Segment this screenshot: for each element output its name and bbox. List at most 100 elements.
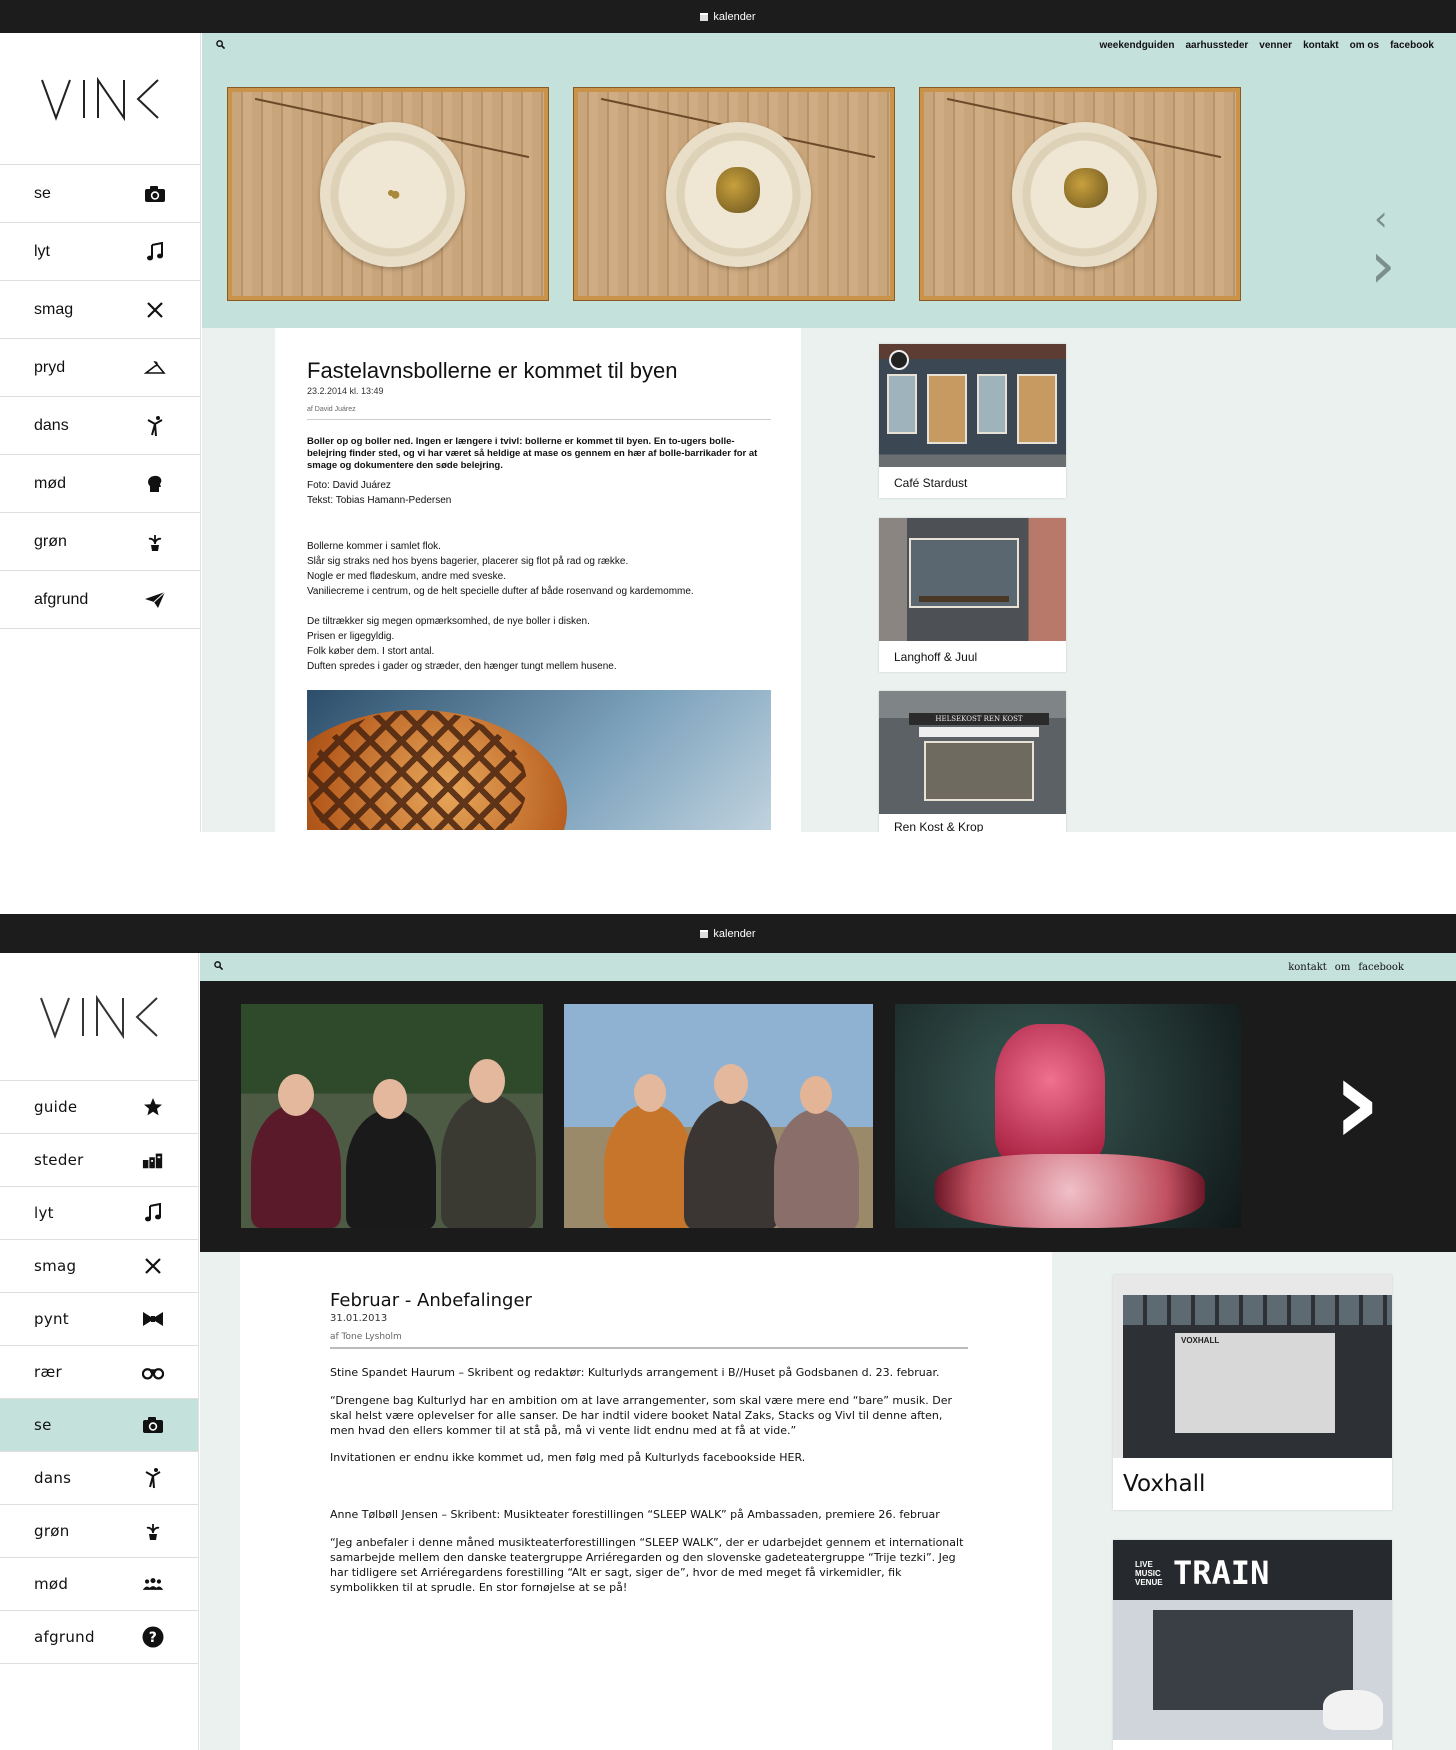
chevron-right-icon[interactable]: › — [1370, 234, 1396, 298]
question-icon: ? — [142, 1626, 164, 1648]
place-card[interactable]: Langhoff & Juul — [879, 518, 1066, 672]
article-paragraph: Anne Tølbøll Jensen – Skribent: Musiktea… — [330, 1508, 940, 1521]
nav-item-afgrund[interactable]: afgrund? — [0, 1610, 198, 1663]
vink-logo — [41, 76, 159, 121]
slider-image[interactable] — [241, 1004, 543, 1228]
nav-item-lyt[interactable]: lyt — [0, 222, 200, 280]
slider-image[interactable] — [564, 1004, 873, 1228]
article-paragraph: “Jeg anbefaler i denne måned musikteater… — [330, 1536, 964, 1594]
nav-item-lyt[interactable]: lyt — [0, 1186, 198, 1239]
nav-item-pynt[interactable]: pynt — [0, 1292, 198, 1345]
dancer-icon — [142, 1467, 164, 1489]
head-icon — [144, 473, 166, 495]
article: Februar - Anbefalinger 31.01.2013 af Ton… — [240, 1252, 1052, 1750]
nav-label: grøn — [34, 1522, 70, 1540]
nav-label: mød — [34, 474, 66, 492]
nav-item-se[interactable]: se — [0, 164, 200, 222]
text-line: Bollerne kommer i samlet flok. — [307, 541, 441, 552]
place-card[interactable]: VOXHALL Voxhall — [1113, 1275, 1392, 1510]
nav-label: grøn — [34, 532, 67, 550]
nav-item-steder[interactable]: steder — [0, 1133, 198, 1186]
article-paragraph: “Drengene bag Kulturlyd har en ambition … — [330, 1394, 953, 1437]
nav-item-mød[interactable]: mød — [0, 454, 200, 512]
sidebar: guide steder lyt smag pynt rær se dans grøn mød af… — [0, 953, 199, 1750]
sidebar: se lyt smag pryd dans mød grøn afgrund — [0, 33, 201, 832]
article-author: af Tone Lysholm — [330, 1332, 968, 1349]
slider-image[interactable] — [573, 87, 895, 301]
nav-item-smag[interactable]: smag — [0, 1239, 198, 1292]
calendar-link[interactable]: kalender — [700, 928, 756, 940]
credit-line: Foto: David Juárez — [307, 480, 391, 491]
nav-item-smag[interactable]: smag — [0, 280, 200, 338]
article: Fastelavnsbollerne er kommet til byen 23… — [275, 328, 801, 832]
text-line: De tiltrækker sig megen opmærksomhed, de… — [307, 616, 590, 627]
vink-logo — [40, 994, 158, 1039]
logo[interactable] — [0, 33, 200, 164]
buildings-icon — [142, 1149, 164, 1171]
place-card[interactable]: Café Stardust — [879, 344, 1066, 498]
slider-image[interactable] — [895, 1004, 1241, 1228]
venue-sign: LIVE MUSIC VENUE — [1135, 1560, 1163, 1587]
plant-icon — [144, 531, 166, 553]
nav-item-guide[interactable]: guide — [0, 1080, 198, 1133]
card-title: Langhoff & Juul — [894, 649, 978, 664]
nav-item-rær[interactable]: rær — [0, 1345, 198, 1398]
chevron-right-icon[interactable]: › — [1332, 1043, 1381, 1163]
plant-icon — [142, 1520, 164, 1542]
top-link-kontakt[interactable]: kontakt — [1303, 40, 1339, 51]
nav-label: lyt — [34, 242, 50, 260]
nav-label: rær — [34, 1363, 62, 1381]
card-title: Voxhall — [1123, 1471, 1206, 1497]
search-icon[interactable] — [214, 961, 224, 973]
nav-label: lyt — [34, 1204, 54, 1222]
top-link-weekendguiden[interactable]: weekendguiden — [1099, 40, 1174, 51]
text-line: Prisen er ligegyldig. — [307, 631, 395, 642]
article-date: 31.01.2013 — [330, 1313, 388, 1324]
text-line: Duften spredes i gader og stræder, den h… — [307, 661, 617, 672]
nav-item-se[interactable]: se — [0, 1398, 198, 1451]
top-link-facebook[interactable]: facebook — [1358, 962, 1404, 973]
top-link-venner[interactable]: venner — [1259, 40, 1292, 51]
card-image: VOXHALL — [1113, 1275, 1392, 1458]
card-image — [879, 518, 1066, 641]
nav-label: se — [34, 184, 51, 202]
train-sign: TRAIN — [1173, 1554, 1270, 1592]
article-title[interactable]: Februar - Anbefalinger — [330, 1290, 968, 1311]
top-link-om[interactable]: om — [1335, 962, 1351, 973]
top-links: weekendguiden aarhussteder venner kontakt om… — [1099, 40, 1434, 51]
card-image: HELSEKOST REN KOST — [879, 691, 1066, 814]
calendar-link[interactable]: kalender — [700, 11, 756, 23]
nav-label: dans — [34, 416, 69, 434]
top-link-om-os[interactable]: om os — [1350, 40, 1379, 51]
nav-label: afgrund — [34, 1628, 95, 1646]
top-link-aarhussteder[interactable]: aarhussteder — [1185, 40, 1248, 51]
slider-image[interactable] — [227, 87, 549, 301]
music-note-icon — [144, 241, 166, 263]
nav-item-pryd[interactable]: pryd — [0, 338, 200, 396]
main-nav: se lyt smag pryd dans mød grøn afgrund — [0, 164, 200, 629]
place-card[interactable]: TRAIN LIVE MUSIC VENUE — [1113, 1540, 1392, 1750]
nav-item-dans[interactable]: dans — [0, 1451, 198, 1504]
top-link-kontakt[interactable]: kontakt — [1288, 962, 1327, 973]
top-bar: kalender — [0, 0, 1456, 33]
nav-item-afgrund[interactable]: afgrund — [0, 570, 200, 628]
screenshot-two: kalender guide steder lyt smag pynt rær se dans… — [0, 914, 1456, 1750]
nav-item-grøn[interactable]: grøn — [0, 1504, 198, 1557]
image-slider: › — [200, 981, 1456, 1252]
search-icon[interactable] — [216, 39, 226, 52]
star-icon — [142, 1096, 164, 1118]
slider-image[interactable] — [919, 87, 1241, 301]
nav-label: afgrund — [34, 590, 89, 608]
camera-icon — [144, 183, 166, 205]
place-card[interactable]: HELSEKOST REN KOST Ren Kost & Krop — [879, 691, 1066, 832]
top-link-facebook[interactable]: facebook — [1390, 40, 1434, 51]
fork-knife-icon — [144, 299, 166, 321]
logo[interactable] — [0, 953, 198, 1080]
text-line: Slår sig straks ned hos byens bagerier, … — [307, 556, 629, 567]
people-icon — [142, 1573, 164, 1595]
nav-item-mød[interactable]: mød — [0, 1557, 198, 1610]
article-title[interactable]: Fastelavnsbollerne er kommet til byen — [307, 358, 771, 384]
nav-item-dans[interactable]: dans — [0, 396, 200, 454]
nav-item-grøn[interactable]: grøn — [0, 512, 200, 570]
article-paragraph: Stine Spandet Haurum – Skribent og redak… — [330, 1366, 940, 1379]
